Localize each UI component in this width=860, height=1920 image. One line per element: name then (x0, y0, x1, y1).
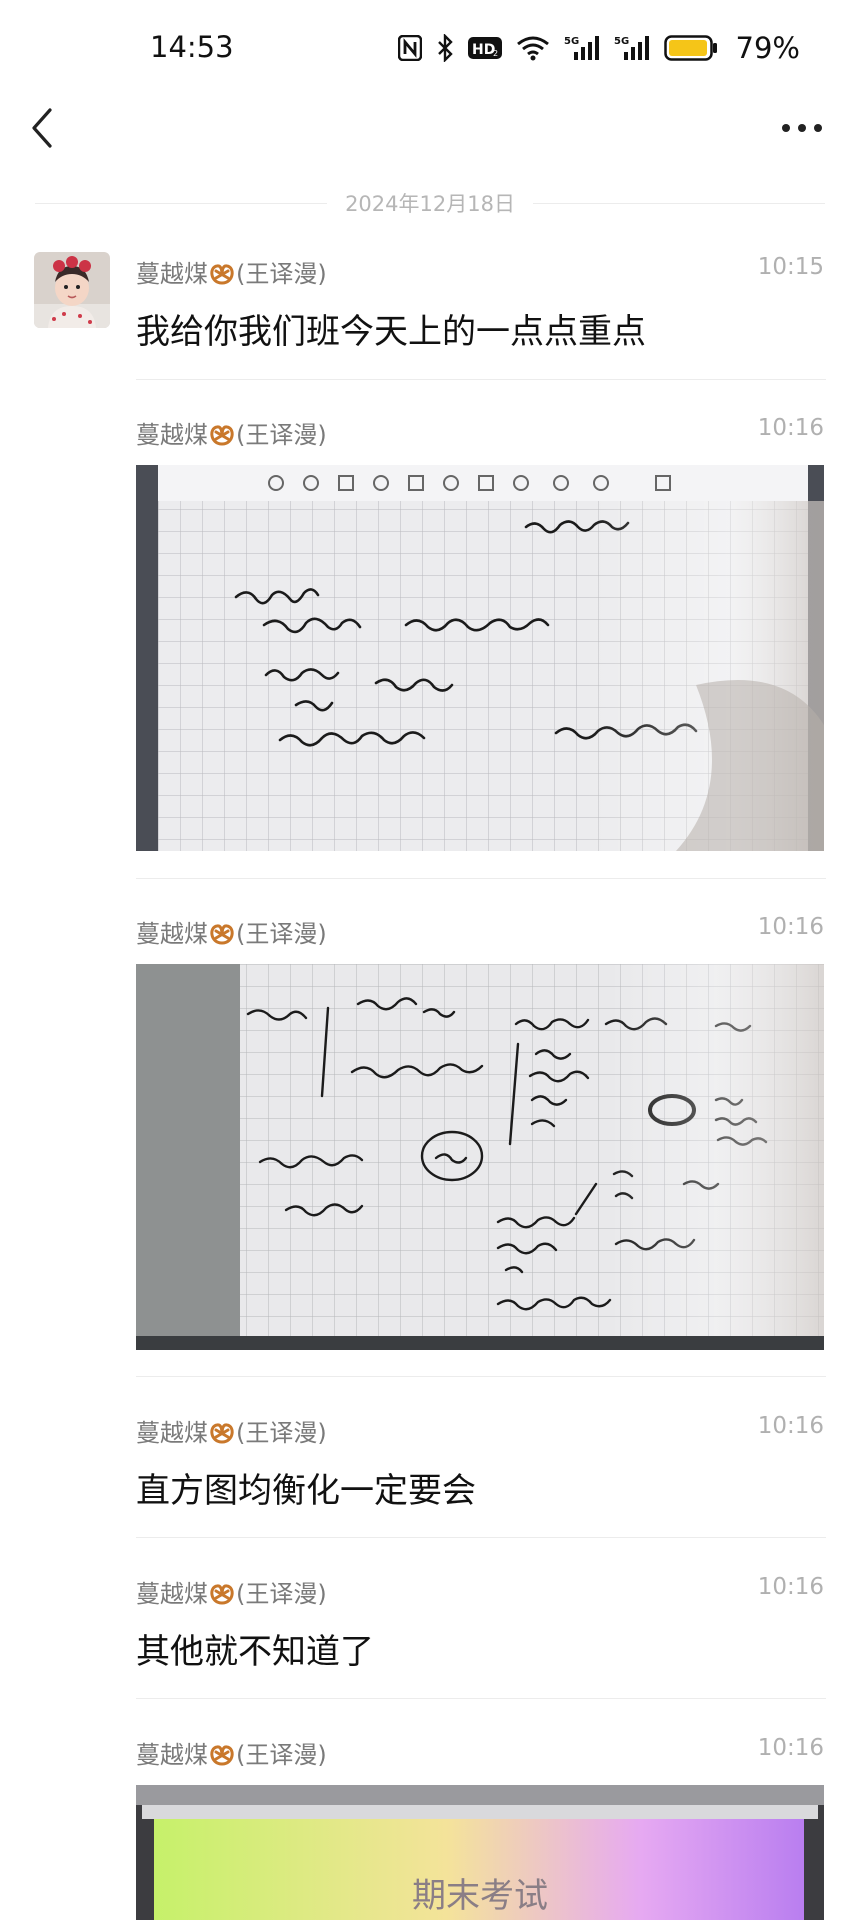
message-time: 10:16 (757, 1413, 824, 1439)
separator-line (532, 202, 826, 204)
back-button[interactable] (28, 104, 58, 152)
message-header: 蔓越煤 (王译漫) 10:16 (136, 1413, 826, 1448)
separator-line (35, 202, 328, 204)
chat-header (0, 100, 860, 190)
sender-remark: (王译漫) (236, 920, 327, 948)
sender-name: 蔓越煤 (136, 260, 208, 288)
sender-remark: (王译漫) (236, 260, 327, 288)
message-image[interactable] (136, 964, 824, 1350)
message: 蔓越煤 (王译漫) 10:16 其他就不知道了 (136, 1574, 826, 1673)
message-header: 蔓越煤 (王译漫) 10:16 (136, 415, 826, 450)
cellular-signal-icon-2: 5G (614, 34, 650, 62)
message-header: 蔓越煤 (王译漫) 10:15 (136, 254, 826, 289)
cellular-signal-icon-1: 5G (564, 34, 600, 62)
message: 蔓越煤 (王译漫) 10:16 期末考试 (136, 1735, 826, 1920)
message-text[interactable]: 其他就不知道了 (136, 1624, 826, 1673)
sender-name-wrap[interactable]: 蔓越煤 (王译漫) (136, 1735, 327, 1770)
sender-remark: (王译漫) (236, 421, 327, 449)
exam-slide-photo: 期末考试 (136, 1785, 824, 1920)
more-dots-icon (782, 124, 822, 132)
message-divider (136, 1537, 826, 1538)
handwritten-notes-photo-2 (136, 964, 824, 1350)
hd-voice-icon: HD 2 (467, 36, 502, 60)
status-time: 14:53 (150, 30, 234, 64)
sender-name: 蔓越煤 (136, 1419, 208, 1447)
signal-2-label: 5G (614, 36, 629, 47)
pretzel-emoji-icon (210, 1423, 234, 1444)
sender-name-wrap[interactable]: 蔓越煤 (王译漫) (136, 914, 327, 949)
status-icons: HD 2 5G 5G 79% (397, 30, 800, 66)
pretzel-emoji-icon (210, 924, 234, 945)
message-time: 10:16 (757, 1574, 824, 1600)
wifi-icon (516, 35, 550, 61)
sender-name: 蔓越煤 (136, 920, 208, 948)
message-header: 蔓越煤 (王译漫) 10:16 (136, 1574, 826, 1609)
sender-remark: (王译漫) (236, 1419, 327, 1447)
message-image[interactable] (136, 465, 824, 851)
message-header: 蔓越煤 (王译漫) 10:16 (136, 1735, 826, 1770)
battery-icon (663, 35, 718, 61)
message: 蔓越煤 (王译漫) 10:16 (136, 914, 826, 1350)
slide-caption: 期末考试 (412, 1876, 548, 1916)
date-separator: 2024年12月18日 (35, 188, 826, 218)
avatar[interactable] (34, 252, 110, 328)
sender-name-wrap[interactable]: 蔓越煤 (王译漫) (136, 254, 327, 289)
sender-name-wrap[interactable]: 蔓越煤 (王译漫) (136, 1574, 327, 1609)
svg-text:HD: HD (472, 42, 495, 58)
message-text[interactable]: 直方图均衡化一定要会 (136, 1463, 826, 1512)
more-options-button[interactable] (780, 118, 824, 138)
message-time: 10:16 (757, 1735, 824, 1761)
sender-name-wrap[interactable]: 蔓越煤 (王译漫) (136, 415, 327, 450)
message-image[interactable]: 期末考试 (136, 1785, 824, 1920)
pretzel-emoji-icon (210, 1745, 234, 1766)
pretzel-emoji-icon (210, 425, 234, 446)
handwritten-notes-photo-1 (136, 465, 824, 851)
sender-name-wrap[interactable]: 蔓越煤 (王译漫) (136, 1413, 327, 1448)
sender-name: 蔓越煤 (136, 421, 208, 449)
message-divider (136, 379, 826, 380)
bluetooth-icon (436, 34, 454, 62)
message-time: 10:16 (757, 914, 824, 940)
message-time: 10:15 (757, 254, 824, 280)
sender-remark: (王译漫) (236, 1741, 327, 1769)
pretzel-emoji-icon (210, 1584, 234, 1605)
message: 蔓越煤 (王译漫) 10:16 直方图均衡化一定要会 (136, 1413, 826, 1512)
message-header: 蔓越煤 (王译漫) 10:16 (136, 914, 826, 949)
date-label: 2024年12月18日 (345, 192, 515, 216)
message-text[interactable]: 我给你我们班今天上的一点点重点 (136, 304, 826, 353)
nfc-icon (397, 35, 422, 61)
sender-name: 蔓越煤 (136, 1580, 208, 1608)
sender-name: 蔓越煤 (136, 1741, 208, 1769)
message-divider (136, 1698, 826, 1699)
svg-text:2: 2 (493, 49, 498, 58)
message-divider (136, 878, 826, 879)
message-time: 10:16 (757, 415, 824, 441)
status-bar: 14:53 HD 2 5G 5G 79% (0, 0, 860, 100)
sender-remark: (王译漫) (236, 1580, 327, 1608)
chevron-left-icon (32, 108, 52, 148)
pretzel-emoji-icon (210, 264, 234, 285)
battery-percent: 79% (735, 31, 800, 65)
message: 蔓越煤 (王译漫) 10:16 (136, 415, 826, 851)
message: 蔓越煤 (王译漫) 10:15 我给你我们班今天上的一点点重点 (136, 254, 826, 353)
signal-1-label: 5G (564, 36, 579, 47)
message-divider (136, 1376, 826, 1377)
